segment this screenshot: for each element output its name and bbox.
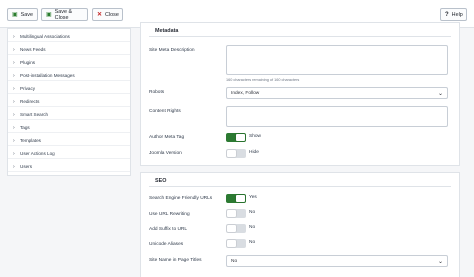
rewrite-toggle[interactable] — [226, 209, 246, 218]
sef-state: Yes — [249, 195, 257, 200]
sidebar-item-label: Users — [20, 164, 32, 169]
toggle-knob — [236, 134, 245, 141]
toggle-knob — [227, 240, 236, 247]
seo-title: SEO — [155, 178, 167, 184]
chevron-right-icon: › — [13, 33, 15, 40]
author-tag-toggle[interactable] — [226, 133, 246, 142]
content-rights-label: Content Rights — [149, 109, 181, 114]
toggle-knob — [227, 150, 236, 157]
chevron-down-icon: ⌄ — [437, 259, 443, 265]
sidebar-item-label: Tags — [20, 125, 30, 130]
save-button-label: Save — [20, 11, 33, 18]
sidebar: › Multilingual Associations › News Feeds… — [7, 28, 131, 176]
meta-description-label: Site Meta Description — [149, 48, 195, 53]
help-button[interactable]: ? Help — [440, 8, 467, 21]
sef-label: Search Engine Friendly URLs — [149, 196, 213, 201]
sidebar-item-label: User Actions Log — [20, 151, 55, 156]
toggle-knob — [227, 210, 236, 217]
sidebar-item-label: Templates — [20, 138, 41, 143]
save-close-button[interactable]: ▣ Save & Close — [41, 8, 88, 21]
chevron-right-icon: › — [13, 137, 15, 144]
rewrite-state: No — [249, 210, 256, 215]
close-button-label: Close — [105, 11, 119, 18]
close-button[interactable]: ✕ Close — [92, 8, 123, 21]
seo-divider — [149, 186, 451, 187]
metadata-divider — [149, 36, 451, 37]
sidebar-item-label: Plugins — [20, 60, 36, 65]
sidebar-item-templates[interactable]: › Templates — [8, 136, 130, 146]
author-tag-label: Author Meta Tag — [149, 135, 185, 140]
joomla-version-label: Joomla Version — [149, 151, 182, 156]
suffix-label: Add Suffix to URL — [149, 227, 188, 232]
joomla-version-state: Hide — [249, 150, 259, 155]
sitename-select[interactable]: No ⌄ — [226, 255, 448, 267]
content-rights-field[interactable] — [226, 106, 448, 127]
chevron-down-icon: ⌄ — [437, 91, 443, 97]
toggle-knob — [236, 195, 245, 202]
joomla-version-toggle[interactable] — [226, 149, 246, 158]
chevron-right-icon: › — [13, 46, 15, 53]
sidebar-item-privacy[interactable]: › Privacy — [8, 84, 130, 94]
sidebar-item-label: Redirects — [20, 99, 40, 104]
save-close-icon: ▣ — [46, 11, 52, 18]
unicode-toggle[interactable] — [226, 239, 246, 248]
rewrite-label: Use URL Rewriting — [149, 212, 190, 217]
chevron-right-icon: › — [13, 150, 15, 157]
chevron-right-icon: › — [13, 59, 15, 66]
char-count-hint: 160 characters remaining of 160 characte… — [226, 78, 300, 82]
sidebar-item-redirects[interactable]: › Redirects — [8, 97, 130, 107]
sidebar-item-news-feeds[interactable]: › News Feeds — [8, 45, 130, 55]
author-tag-state: Show — [249, 134, 261, 139]
suffix-toggle[interactable] — [226, 224, 246, 233]
robots-select[interactable]: Index, Follow ⌄ — [226, 87, 448, 99]
sef-toggle[interactable] — [226, 194, 246, 203]
sidebar-item-label: News Feeds — [20, 47, 46, 52]
chevron-right-icon: › — [13, 98, 15, 105]
sidebar-item-label: Multilingual Associations — [20, 34, 70, 39]
chevron-right-icon: › — [13, 111, 15, 118]
chevron-right-icon: › — [13, 163, 15, 170]
sidebar-item-label: Smart Search — [20, 112, 49, 117]
meta-description-field[interactable] — [226, 45, 448, 75]
chevron-right-icon: › — [13, 85, 15, 92]
sitename-label: Site Name in Page Titles — [149, 258, 202, 263]
sidebar-item-plugins[interactable]: › Plugins — [8, 58, 130, 68]
seo-panel: SEO Search Engine Friendly URLs Yes Use … — [140, 172, 460, 277]
sidebar-item-smart-search[interactable]: › Smart Search — [8, 110, 130, 120]
metadata-panel: Metadata Site Meta Description 160 chara… — [140, 22, 460, 166]
chevron-right-icon: › — [13, 124, 15, 131]
sidebar-item-post-installation-messages[interactable]: › Post-installation Messages — [8, 71, 130, 81]
sidebar-item-user-actions-log[interactable]: › User Actions Log — [8, 149, 130, 159]
close-icon: ✕ — [97, 11, 103, 18]
metadata-title: Metadata — [155, 28, 179, 34]
robots-label: Robots — [149, 90, 165, 95]
suffix-state: No — [249, 225, 256, 230]
sidebar-item-multilingual-associations[interactable]: › Multilingual Associations — [8, 32, 130, 42]
chevron-right-icon: › — [13, 72, 15, 79]
save-button[interactable]: ▣ Save — [7, 8, 38, 21]
save-icon: ▣ — [12, 11, 18, 18]
save-close-button-label: Save & Close — [54, 8, 73, 21]
sidebar-item-label: Privacy — [20, 86, 36, 91]
toggle-knob — [227, 225, 236, 232]
robots-value: Index, Follow — [231, 90, 260, 96]
help-button-label: Help — [451, 11, 463, 18]
sitename-value: No — [231, 258, 238, 264]
sidebar-item-tags[interactable]: › Tags — [8, 123, 130, 133]
help-icon: ? — [445, 11, 449, 18]
sidebar-item-label: Post-installation Messages — [20, 73, 75, 78]
sidebar-item-users[interactable]: › Users — [8, 162, 130, 172]
unicode-state: No — [249, 240, 256, 245]
unicode-label: Unicode Aliases — [149, 242, 184, 247]
